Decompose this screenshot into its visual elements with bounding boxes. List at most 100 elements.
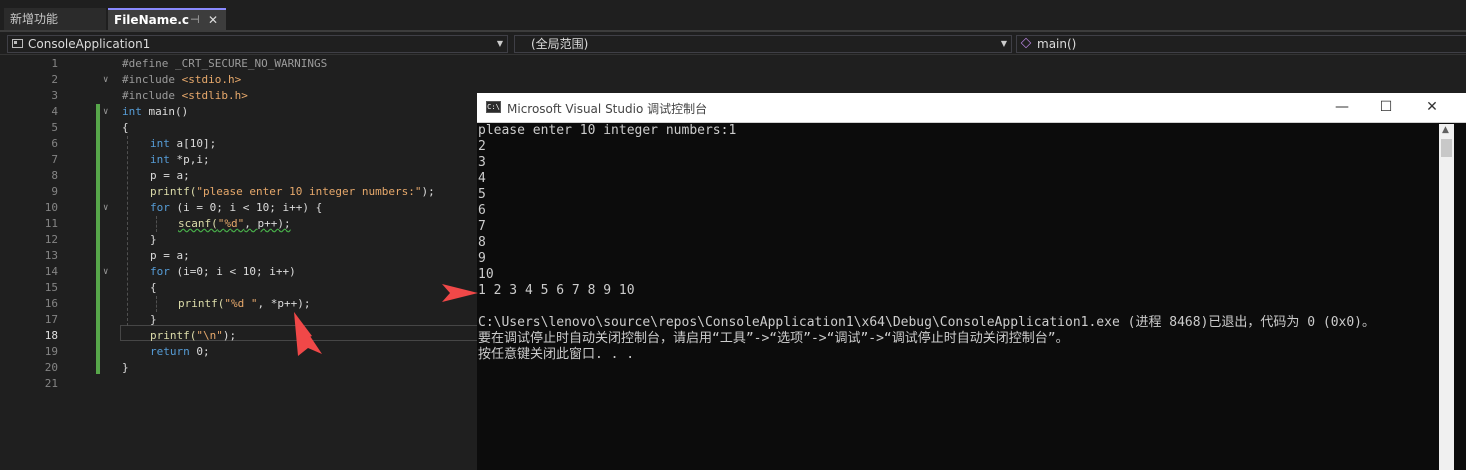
code-text: printf( xyxy=(178,297,225,310)
code-line: 20} xyxy=(0,360,480,376)
collapse-chevron-icon[interactable]: ∨ xyxy=(103,104,108,120)
maximize-button[interactable]: ☐ xyxy=(1371,97,1401,117)
line-number: 10 xyxy=(44,201,58,214)
line-number: 4 xyxy=(51,105,58,118)
code-text: "%d " xyxy=(224,297,258,310)
code-text: printf( xyxy=(150,329,197,342)
code-text: { xyxy=(122,121,129,134)
chevron-down-icon: ▼ xyxy=(1000,39,1007,48)
member-dropdown-label: main() xyxy=(1037,37,1077,51)
code-text: printf( xyxy=(150,185,197,198)
minimize-button[interactable]: — xyxy=(1327,97,1357,117)
code-text: return xyxy=(150,345,190,358)
close-window-button[interactable]: ✕ xyxy=(1417,97,1447,117)
collapse-chevron-icon[interactable]: ∨ xyxy=(103,72,108,88)
tab-label: FileName.c xyxy=(114,13,190,27)
code-text: , p++); xyxy=(244,217,291,230)
annotation-arrow-icon xyxy=(442,284,478,302)
debug-console-window[interactable]: C:\ Microsoft Visual Studio 调试控制台 — ☐ ✕ … xyxy=(477,93,1466,470)
code-line: 3 #include <stdlib.h> xyxy=(0,88,480,104)
scope-dropdown[interactable]: (全局范围) ▼ xyxy=(514,35,1012,53)
collapse-chevron-icon[interactable]: ∨ xyxy=(103,264,108,280)
close-icon[interactable]: ✕ xyxy=(208,10,218,30)
code-text: #include xyxy=(122,89,182,102)
project-dropdown-label: ConsoleApplication1 xyxy=(28,37,151,51)
code-text: "please enter 10 integer numbers:" xyxy=(196,185,422,198)
code-line: 15 { xyxy=(0,280,480,296)
line-number: 1 xyxy=(51,57,58,70)
code-line-current: 18 printf("\n"); xyxy=(0,328,480,344)
console-title: Microsoft Visual Studio 调试控制台 xyxy=(507,102,708,116)
code-line: 8 p = a; xyxy=(0,168,480,184)
code-text: "%d" xyxy=(217,217,245,230)
code-text: <stdlib.h> xyxy=(181,89,248,102)
code-text: , *p++); xyxy=(257,297,311,310)
document-tab-strip: 新增功能 FileName.c ⊣ ✕ xyxy=(0,0,1466,32)
code-text: #define _CRT_SECURE_NO_WARNINGS xyxy=(122,57,328,70)
code-text: scanf( xyxy=(178,217,218,230)
tab-label: 新增功能 xyxy=(10,12,59,26)
line-number: 6 xyxy=(51,137,58,150)
code-text: p = a; xyxy=(150,169,190,182)
project-dropdown[interactable]: ConsoleApplication1 ▼ xyxy=(7,35,508,53)
line-number: 19 xyxy=(44,345,58,358)
line-number: 16 xyxy=(44,297,58,310)
code-line: 21 xyxy=(0,376,480,392)
code-line: 14 ∨ for (i=0; i < 10; i++) xyxy=(0,264,480,280)
console-title-bar[interactable]: C:\ Microsoft Visual Studio 调试控制台 — ☐ ✕ xyxy=(477,93,1466,123)
scrollbar-thumb[interactable] xyxy=(1441,139,1452,157)
code-line: 19 return 0; xyxy=(0,344,480,360)
code-text: (i = 0; i < 10; i++) { xyxy=(169,201,323,214)
code-text: #include xyxy=(122,73,182,86)
scope-dropdown-label: (全局范围) xyxy=(531,37,589,51)
code-text: int xyxy=(122,105,142,118)
tab-whats-new[interactable]: 新增功能 xyxy=(4,8,106,30)
console-vertical-scrollbar[interactable]: ▲ xyxy=(1439,124,1454,470)
code-text: main() xyxy=(141,105,189,118)
line-number: 7 xyxy=(51,153,58,166)
scroll-up-arrow-icon[interactable]: ▲ xyxy=(1442,125,1449,135)
line-number: 8 xyxy=(51,169,58,182)
code-line: 11 scanf("%d", p++); xyxy=(0,216,480,232)
code-line: 4 ∨ int main() xyxy=(0,104,480,120)
console-app-icon: C:\ xyxy=(486,101,501,113)
code-text: "\n" xyxy=(196,329,223,342)
code-line: 12} xyxy=(0,232,480,248)
code-line: 2 ∨ #include <stdio.h> xyxy=(0,72,480,88)
code-text: ); xyxy=(421,185,435,198)
code-text: a[10]; xyxy=(169,137,217,150)
line-number: 20 xyxy=(44,361,58,374)
annotation-arrow-icon xyxy=(294,312,322,356)
code-line: 7 int *p,i; xyxy=(0,152,480,168)
code-line: 9 printf("please enter 10 integer numbers… xyxy=(0,184,480,200)
code-text: ); xyxy=(222,329,237,342)
project-icon xyxy=(12,39,23,48)
code-line: 17} xyxy=(0,312,480,328)
code-text: int xyxy=(150,137,170,150)
line-number: 3 xyxy=(51,89,58,102)
method-icon xyxy=(1020,37,1032,49)
code-text: } xyxy=(150,313,157,326)
member-dropdown[interactable]: main() xyxy=(1016,35,1466,53)
code-line: 10 ∨ for (i = 0; i < 10; i++) { xyxy=(0,200,480,216)
code-text: 0; xyxy=(189,345,210,358)
console-output: please enter 10 integer numbers:1 2 3 4 … xyxy=(478,123,1376,362)
code-text: } xyxy=(122,361,129,374)
line-number: 18 xyxy=(44,329,58,342)
code-text: *p,i; xyxy=(169,153,210,166)
code-line: 1 #define _CRT_SECURE_NO_WARNINGS xyxy=(0,56,480,72)
line-number: 17 xyxy=(44,313,58,326)
code-line: 16 printf("%d ", *p++); xyxy=(0,296,480,312)
line-number: 11 xyxy=(44,217,58,230)
code-line: 5{ xyxy=(0,120,480,136)
line-number: 2 xyxy=(51,73,58,86)
code-text: <stdio.h> xyxy=(181,73,242,86)
collapse-chevron-icon[interactable]: ∨ xyxy=(103,200,108,216)
code-text: for xyxy=(150,201,170,214)
line-number: 14 xyxy=(44,265,58,278)
pin-icon[interactable]: ⊣ xyxy=(190,10,200,30)
code-text: } xyxy=(150,233,157,246)
line-number: 13 xyxy=(44,249,58,262)
code-text: int xyxy=(150,153,170,166)
tab-filename-c[interactable]: FileName.c ⊣ ✕ xyxy=(108,8,226,30)
